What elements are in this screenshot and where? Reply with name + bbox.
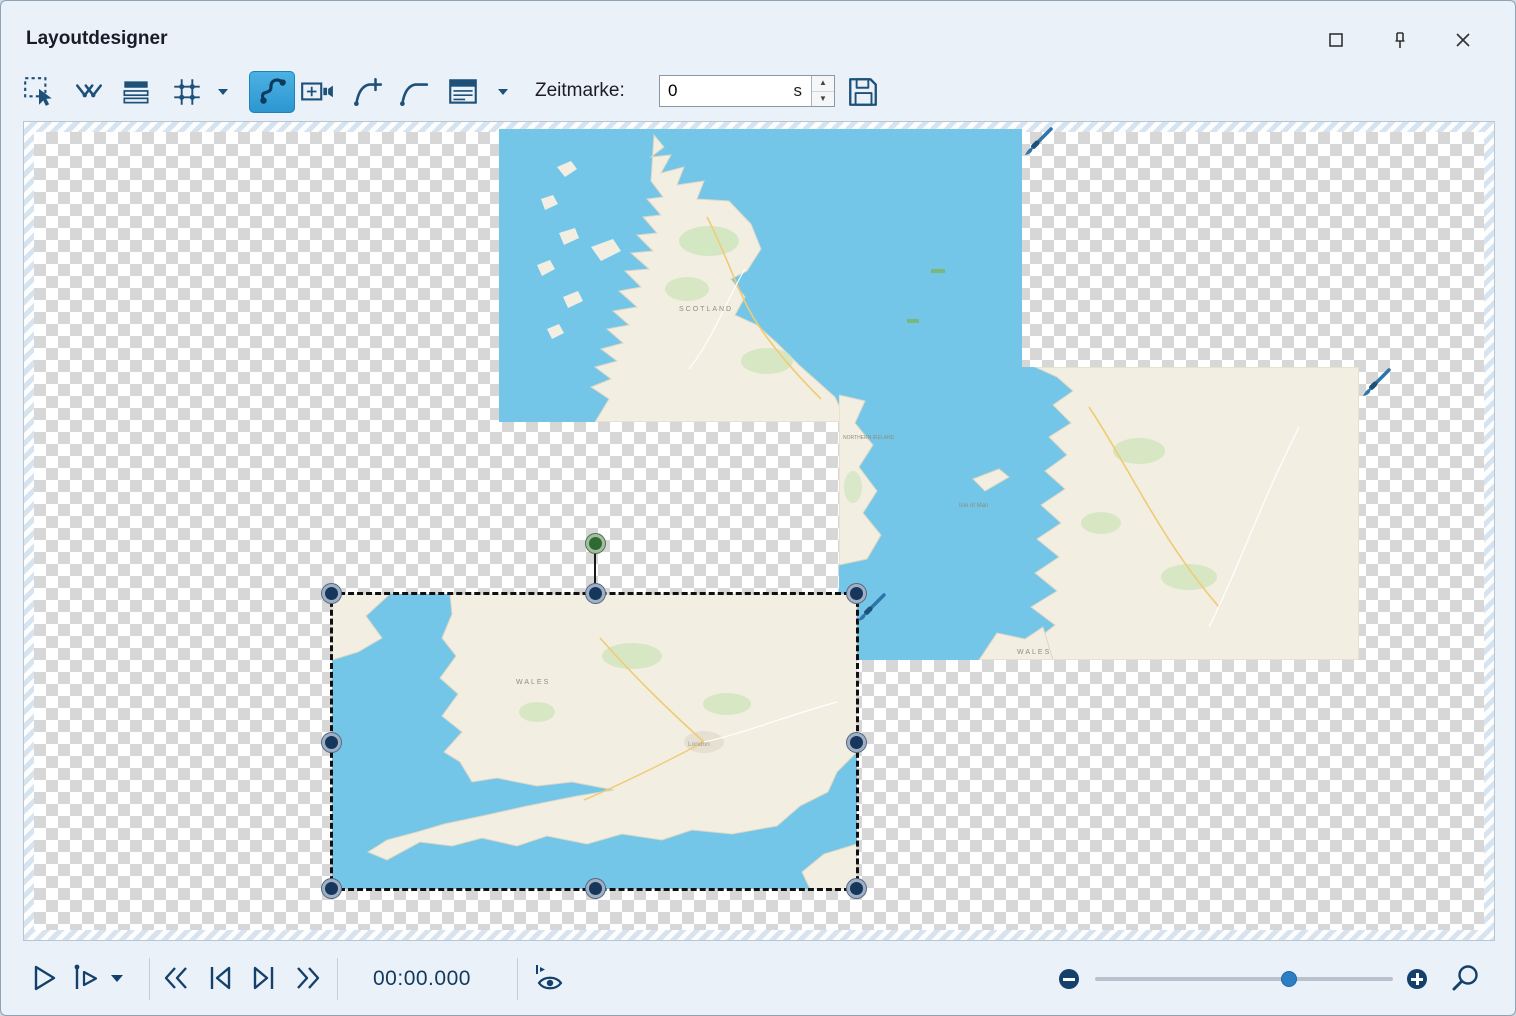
camera-pan-button[interactable] — [299, 74, 335, 110]
preview-eye-icon — [531, 962, 569, 994]
play-options-dropdown-button[interactable] — [107, 959, 127, 997]
edit-brush-button-map2[interactable] — [1361, 368, 1391, 398]
skip-to-end-icon — [247, 961, 281, 995]
zeitmarke-label: Zeitmarke: — [535, 63, 625, 119]
fast-backward-icon — [159, 961, 193, 995]
zeitmarke-field: s ▲ ▼ — [659, 75, 835, 107]
motion-path-button[interactable] — [249, 71, 295, 113]
rotation-handle[interactable] — [586, 534, 605, 553]
zoom-in-button[interactable] — [1407, 969, 1427, 989]
play-from-timemarker-icon — [69, 961, 103, 995]
camera-pan-icon — [299, 75, 335, 109]
play-button[interactable] — [25, 959, 63, 997]
grid-dropdown-icon — [217, 88, 229, 96]
add-keyframe-icon — [350, 75, 384, 109]
close-icon — [1452, 29, 1474, 51]
zoom-slider-thumb[interactable] — [1281, 971, 1297, 987]
map-label-scotland: SCOTLAND — [679, 306, 733, 313]
image-object-england-south-map[interactable]: WALES London — [332, 594, 857, 889]
maximize-button[interactable] — [1322, 26, 1350, 54]
fast-backward-button[interactable] — [157, 959, 195, 997]
layoutdesigner-window: Layoutdesigner — [0, 0, 1516, 1016]
play-options-dropdown-icon — [110, 974, 124, 983]
keyframe-chevrons-button[interactable] — [71, 74, 107, 110]
add-keyframe-button[interactable] — [349, 74, 385, 110]
preview-at-timemarker-button[interactable] — [529, 959, 571, 997]
keyframe-chevrons-icon — [72, 75, 106, 109]
maximize-icon — [1325, 29, 1347, 51]
text-object-dropdown-button[interactable] — [495, 74, 511, 110]
select-tool-button[interactable] — [21, 74, 57, 110]
edit-brush-button-map3[interactable] — [856, 593, 886, 623]
selection-handle-top-center[interactable] — [586, 584, 605, 603]
zeitmarke-input[interactable] — [660, 76, 786, 106]
canvas-border: SCOTLAND NORTHERN IRELAND — [23, 121, 1495, 941]
selection-handle-top-left[interactable] — [322, 584, 341, 603]
text-object-icon — [446, 75, 480, 109]
titlebar: Layoutdesigner — [1, 1, 1515, 63]
edit-brush-button-map1[interactable] — [1023, 127, 1053, 157]
edit-brush-icon — [856, 593, 886, 623]
selection-handle-bottom-right[interactable] — [847, 879, 866, 898]
zeitmarke-spinner: ▲ ▼ — [811, 76, 834, 106]
playbar-separator — [517, 958, 518, 1000]
time-display: 00:00.000 — [373, 943, 471, 1015]
edit-brush-icon — [1361, 368, 1391, 398]
grid-button[interactable] — [169, 74, 205, 110]
edit-brush-icon — [1023, 127, 1053, 157]
playbar-separator — [337, 958, 338, 1000]
zoom-out-button[interactable] — [1059, 969, 1079, 989]
toolbar: Zeitmarke: s ▲ ▼ — [1, 63, 1515, 119]
selection-handle-middle-left[interactable] — [322, 733, 341, 752]
remove-keyframe-button[interactable] — [395, 74, 431, 110]
text-object-dropdown-icon — [497, 88, 509, 96]
skip-to-end-button[interactable] — [245, 959, 283, 997]
window-title: Layoutdesigner — [26, 28, 167, 50]
grid-dropdown-button[interactable] — [215, 74, 231, 110]
play-from-timemarker-button[interactable] — [67, 959, 105, 997]
remove-keyframe-icon — [396, 75, 430, 109]
map-label-wales: WALES — [516, 679, 550, 686]
zeitmarke-unit: s — [794, 76, 803, 106]
skip-to-start-button[interactable] — [201, 959, 239, 997]
layout-canvas[interactable]: SCOTLAND NORTHERN IRELAND — [34, 132, 1484, 930]
save-button[interactable] — [845, 74, 881, 110]
layers-icon — [119, 75, 153, 109]
save-icon — [846, 75, 880, 109]
pin-icon — [1389, 29, 1411, 51]
play-icon — [27, 961, 61, 995]
zoom-magnifier-icon — [1449, 962, 1483, 996]
zoom-slider[interactable] — [1095, 977, 1393, 981]
spinner-down-button[interactable]: ▼ — [812, 92, 834, 107]
selection-handle-middle-right[interactable] — [847, 733, 866, 752]
layers-button[interactable] — [118, 74, 154, 110]
close-button[interactable] — [1449, 26, 1477, 54]
map-label-london: London — [688, 741, 710, 748]
spinner-up-button[interactable]: ▲ — [812, 76, 834, 92]
skip-to-start-icon — [203, 961, 237, 995]
image-object-england-north-map[interactable]: NORTHERN IRELAND Isle of Man WALES — [839, 367, 1359, 660]
map-label-wales: WALES — [1017, 649, 1051, 656]
grid-icon — [170, 75, 204, 109]
selection-handle-bottom-left[interactable] — [322, 879, 341, 898]
playbar-separator — [149, 958, 150, 1000]
pin-button[interactable] — [1386, 26, 1414, 54]
zoom-magnifier-button[interactable] — [1447, 960, 1485, 998]
text-object-button[interactable] — [445, 74, 481, 110]
fast-forward-icon — [291, 961, 325, 995]
map-label-isle-of-man: Isle of Man — [959, 503, 988, 509]
motion-path-icon — [255, 74, 289, 111]
fast-forward-button[interactable] — [289, 959, 327, 997]
select-tool-icon — [22, 75, 56, 109]
map-label-northern-ireland: NORTHERN IRELAND — [843, 435, 895, 441]
playbar: 00:00.000 — [1, 943, 1515, 1015]
selection-handle-bottom-center[interactable] — [586, 879, 605, 898]
